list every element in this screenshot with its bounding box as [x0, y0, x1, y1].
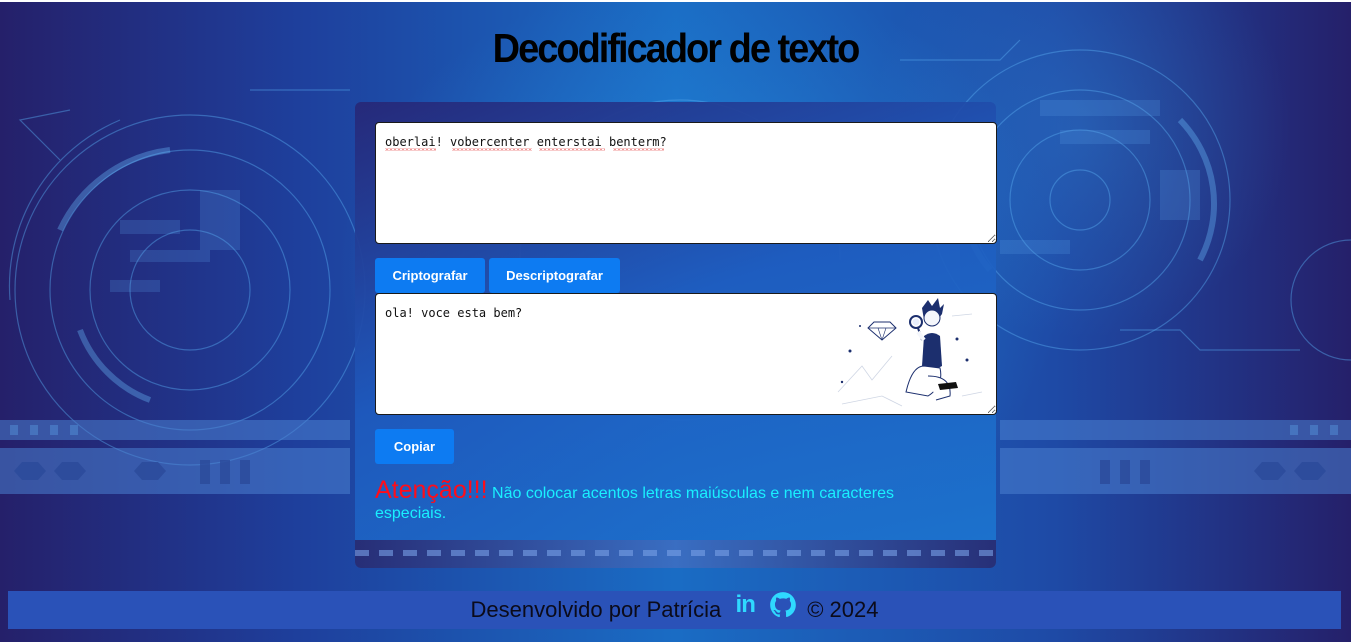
decrypt-button[interactable]: Descriptografar — [489, 258, 620, 293]
warning-label: Atenção!!! — [375, 476, 488, 504]
input-textarea[interactable] — [375, 122, 997, 244]
linkedin-icon: in — [735, 591, 756, 618]
output-textarea[interactable] — [375, 293, 997, 415]
footer-bar: Desenvolvido por Patrícia in © 2024 — [8, 591, 1341, 629]
footer-credit: Desenvolvido por Patrícia — [470, 597, 722, 622]
warning-message: Atenção!!! Não colocar acentos letras ma… — [375, 478, 935, 524]
card-bottom-band — [355, 540, 996, 568]
linkedin-link[interactable]: in — [731, 591, 759, 619]
github-icon — [770, 592, 797, 618]
encrypt-button[interactable]: Criptografar — [375, 258, 485, 293]
footer-copyright: © 2024 — [807, 597, 879, 622]
page-title: Decodificador de texto — [492, 26, 861, 72]
github-link[interactable] — [769, 591, 797, 619]
window-top-edge — [0, 0, 1351, 2]
copy-button[interactable]: Copiar — [375, 429, 454, 464]
